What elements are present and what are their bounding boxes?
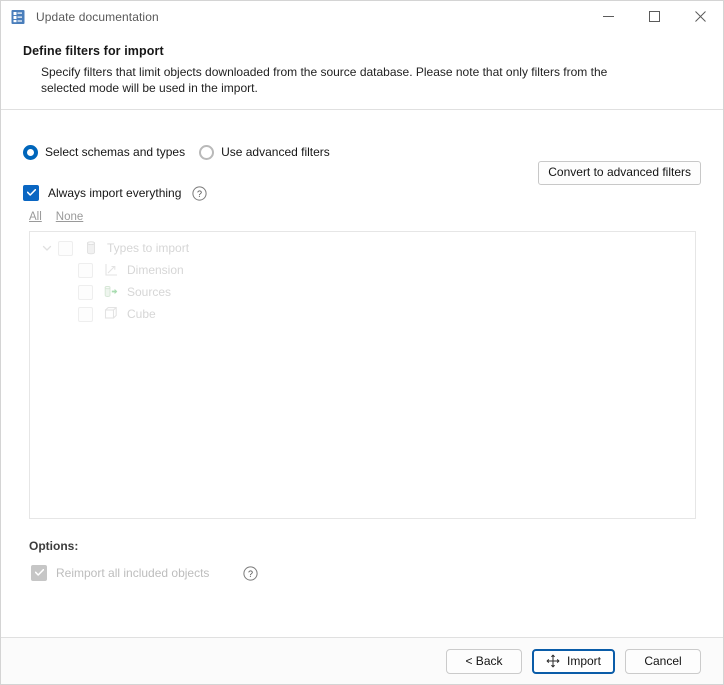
title-bar: Update documentation: [1, 1, 723, 32]
tree-checkbox-types-to-import[interactable]: [58, 241, 73, 256]
minimize-button[interactable]: [585, 1, 631, 32]
radio-indicator-selected: [23, 145, 38, 160]
radio-indicator-unselected: [199, 145, 214, 160]
reimport-all-included-objects-checkbox: [31, 565, 47, 581]
minimize-icon: [603, 11, 614, 22]
update-documentation-dialog: Update documentation Define filters for …: [0, 0, 724, 685]
always-import-everything-checkbox[interactable]: [23, 185, 39, 201]
import-button-label: Import: [567, 654, 601, 668]
sources-arrow-icon: [103, 284, 119, 300]
back-button[interactable]: < Back: [446, 649, 522, 674]
tree-row-types-to-import[interactable]: Types to import: [30, 237, 695, 259]
options-section-title: Options:: [29, 539, 701, 553]
checkmark-icon: [27, 189, 36, 196]
dimension-chart-icon: [103, 262, 119, 278]
radio-label-select-schemas: Select schemas and types: [45, 145, 185, 159]
svg-text:?: ?: [197, 189, 202, 199]
selection-links: All None: [29, 210, 701, 224]
tree-checkbox-sources[interactable]: [78, 285, 93, 300]
convert-to-advanced-filters-button[interactable]: Convert to advanced filters: [538, 161, 701, 185]
close-button[interactable]: [677, 1, 723, 32]
always-import-everything-row: Always import everything ?: [23, 184, 701, 202]
radio-use-advanced-filters[interactable]: Use advanced filters: [199, 145, 330, 160]
types-tree-panel[interactable]: Types to import Dimension: [29, 231, 696, 519]
always-import-everything-label: Always import everything: [48, 186, 181, 200]
import-button[interactable]: Import: [532, 649, 615, 674]
maximize-button[interactable]: [631, 1, 677, 32]
tree-checkbox-dimension[interactable]: [78, 263, 93, 278]
radio-label-advanced-filters: Use advanced filters: [221, 145, 330, 159]
tree-row-sources[interactable]: Sources: [30, 281, 695, 303]
chevron-down-icon[interactable]: [40, 241, 54, 255]
tree-label-dimension: Dimension: [127, 263, 184, 277]
select-none-link[interactable]: None: [56, 211, 84, 223]
tree-label-cube: Cube: [127, 307, 156, 321]
reimport-all-included-objects-label: Reimport all included objects: [56, 566, 209, 580]
tree-row-cube[interactable]: Cube: [30, 303, 695, 325]
tree-label-types-to-import: Types to import: [107, 241, 189, 255]
dialog-body: Select schemas and types Use advanced fi…: [1, 110, 723, 637]
cancel-button[interactable]: Cancel: [625, 649, 701, 674]
select-all-link[interactable]: All: [29, 211, 42, 223]
sync-arrows-icon: [546, 654, 560, 668]
database-icon: [83, 240, 99, 256]
maximize-icon: [649, 11, 660, 22]
tree-checkbox-cube[interactable]: [78, 307, 93, 322]
radio-select-schemas-and-types[interactable]: Select schemas and types: [23, 145, 185, 160]
document-list-icon: [10, 9, 26, 25]
tree-row-dimension[interactable]: Dimension: [30, 259, 695, 281]
dialog-header: Define filters for import Specify filter…: [1, 32, 723, 110]
svg-text:?: ?: [248, 569, 253, 579]
help-circle-icon[interactable]: ?: [192, 186, 207, 201]
close-icon: [695, 11, 706, 22]
reimport-option-row: Reimport all included objects ?: [31, 564, 701, 582]
dialog-footer: < Back Import Cancel: [1, 637, 723, 684]
window-title: Update documentation: [36, 10, 585, 24]
page-title: Define filters for import: [23, 44, 701, 58]
page-description: Specify filters that limit objects downl…: [41, 64, 641, 96]
cube-icon: [103, 306, 119, 322]
help-circle-icon[interactable]: ?: [243, 566, 258, 581]
filter-mode-group: Select schemas and types Use advanced fi…: [23, 142, 701, 162]
tree-label-sources: Sources: [127, 285, 171, 299]
window-controls: [585, 1, 723, 32]
checkmark-icon: [35, 569, 44, 576]
